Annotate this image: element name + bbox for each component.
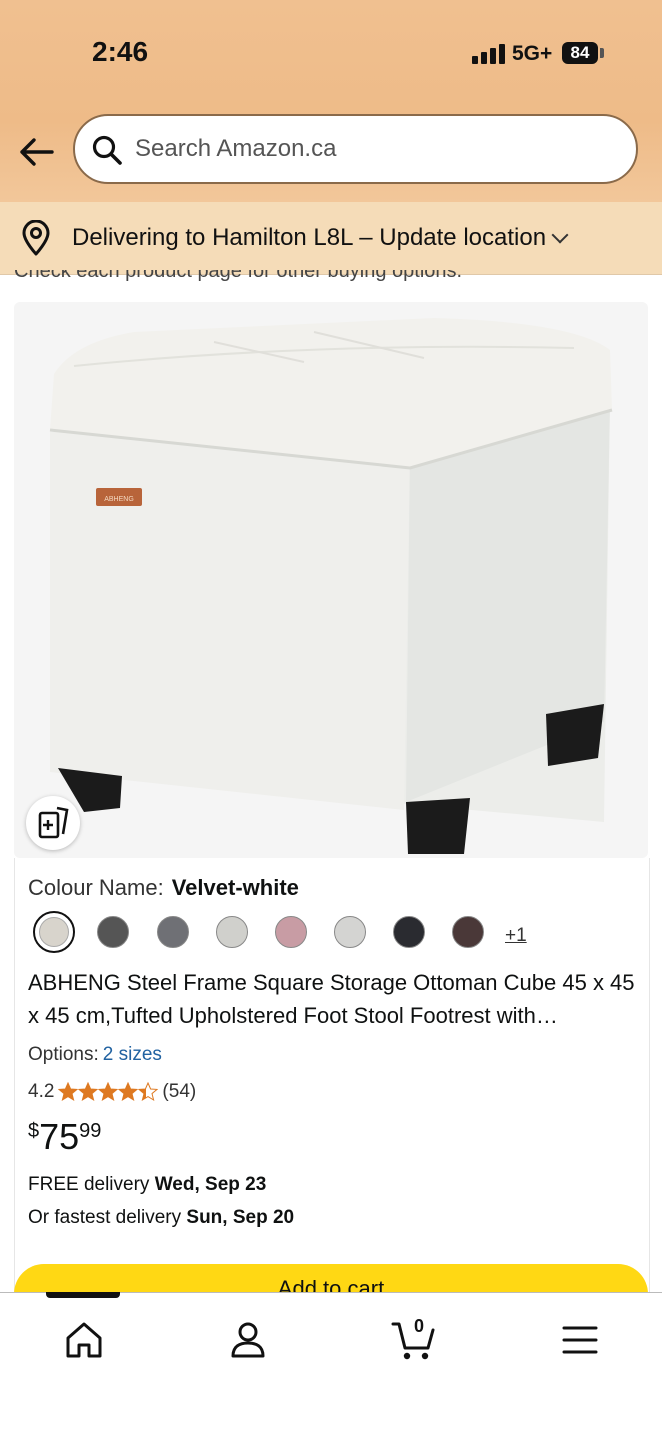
colour-swatch[interactable]	[393, 916, 425, 948]
cart-icon[interactable]: 0	[390, 1316, 438, 1362]
colour-swatch[interactable]	[334, 916, 366, 948]
chevron-down-icon	[551, 226, 569, 244]
review-count: (54)	[162, 1081, 197, 1102]
search-icon[interactable]	[91, 134, 123, 166]
search-input[interactable]	[135, 116, 615, 182]
delivery-location-text[interactable]: Delivering to Hamilton L8L – Update loca…	[72, 224, 569, 252]
colour-swatch[interactable]	[275, 916, 307, 948]
options-link[interactable]: 2 sizes	[103, 1044, 162, 1065]
battery-icon: 84	[562, 42, 598, 64]
product-title[interactable]: ABHENG Steel Frame Square Storage Ottoma…	[28, 966, 638, 1032]
compare-cards-icon	[38, 806, 69, 839]
cart-count: 0	[413, 1316, 424, 1336]
delivery-location-bar[interactable]: Delivering to Hamilton L8L – Update loca…	[0, 202, 662, 275]
menu-icon[interactable]	[558, 1318, 602, 1362]
battery-tip	[600, 48, 604, 58]
options-row: Options: 2 sizes	[28, 1044, 162, 1065]
bottom-navigation	[0, 1292, 662, 1441]
home-icon[interactable]	[62, 1318, 106, 1362]
back-arrow-icon[interactable]	[18, 134, 56, 170]
buying-options-note: Check each product page for other buying…	[14, 270, 463, 282]
rating-value: 4.2	[28, 1081, 55, 1102]
search-bar[interactable]	[73, 114, 638, 184]
active-tab-indicator	[46, 1292, 120, 1298]
price: $7599	[28, 1116, 102, 1157]
status-time: 2:46	[92, 36, 149, 67]
rating-row[interactable]: 4.2 (54)	[28, 1081, 196, 1103]
signal-icon	[472, 44, 506, 64]
product-image[interactable]: ABHENG	[14, 302, 648, 858]
colour-swatch[interactable]	[97, 916, 129, 948]
compare-button[interactable]	[26, 796, 80, 850]
account-icon[interactable]	[226, 1318, 270, 1362]
network-type: 5G+	[512, 42, 553, 65]
colour-swatch[interactable]	[216, 916, 248, 948]
colour-name-row: Colour Name: Velvet-white	[28, 875, 299, 900]
brand-tag: ABHENG	[104, 496, 134, 503]
colour-swatch[interactable]	[452, 916, 484, 948]
fastest-delivery-text: Or fastest delivery Sun, Sep 20	[28, 1207, 295, 1228]
star-rating-icon	[58, 1082, 158, 1102]
colour-swatch-selected[interactable]	[33, 911, 75, 953]
free-delivery-text: FREE delivery Wed, Sep 23	[28, 1174, 267, 1195]
colour-swatch[interactable]	[157, 916, 189, 948]
more-colours-link[interactable]: +1	[505, 925, 527, 947]
location-pin-icon	[20, 219, 52, 256]
